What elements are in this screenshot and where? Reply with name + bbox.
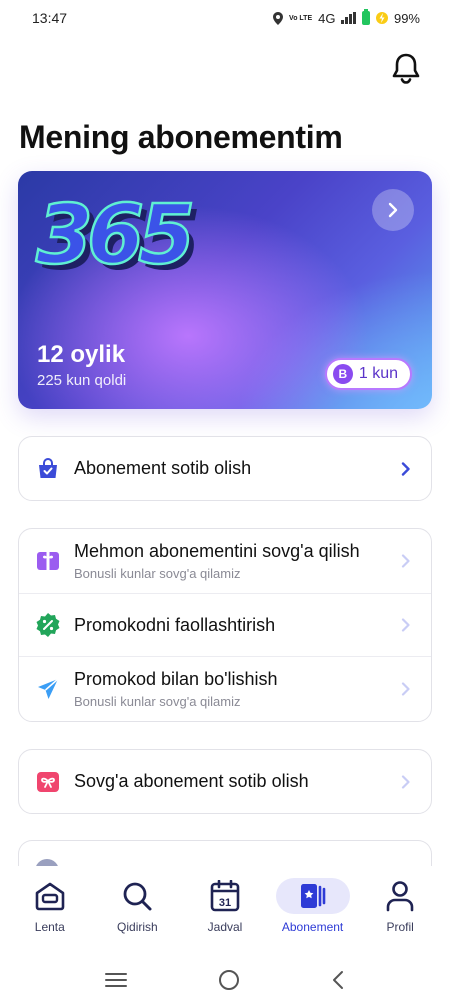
menu-group-purchase: Abonement sotib olish: [18, 436, 432, 501]
menu-item-buy-gift-subscription[interactable]: Sovg'a abonement sotib olish: [19, 750, 431, 813]
card-open-button[interactable]: [372, 189, 414, 231]
battery-icon: [361, 9, 370, 25]
gift-box-icon: [35, 769, 61, 795]
nav-label: Qidirish: [117, 920, 158, 934]
search-icon: [100, 878, 174, 914]
logo-365: 365 365: [35, 187, 203, 277]
menu-item-buy-subscription[interactable]: Abonement sotib olish: [19, 437, 431, 500]
nav-tab-profil[interactable]: Profil: [360, 878, 440, 946]
bonus-days-badge[interactable]: B 1 kun: [324, 358, 412, 390]
bottom-navigation: Lenta Qidirish 31 Jadval Abonement Profi…: [0, 866, 450, 946]
nav-label: Abonement: [281, 920, 344, 934]
bonus-days-label: 1 kun: [358, 365, 398, 382]
calendar-icon: 31: [188, 878, 262, 914]
signal-icon: [341, 12, 356, 24]
days-remaining: 225 kun qoldi: [37, 372, 127, 389]
paper-plane-icon: [35, 676, 61, 702]
shopping-bag-icon: [35, 456, 61, 482]
nav-label: Profil: [386, 920, 414, 934]
chevron-right-icon: [401, 554, 410, 568]
status-bar: 13:47 Vo LTE 4G 99%: [0, 0, 450, 36]
chevron-right-icon: [401, 682, 410, 696]
battery-percent: 99%: [393, 10, 420, 26]
menu-item-title: Promokodni faollashtirish: [74, 614, 276, 635]
menu-item-title: Promokod bilan bo'lishish: [74, 669, 278, 689]
nav-tab-jadval[interactable]: 31 Jadval: [185, 878, 265, 946]
home-icon: [13, 878, 87, 914]
nav-tab-lenta[interactable]: Lenta: [10, 878, 90, 946]
menu-item-share-promo[interactable]: Promokod bilan bo'lishish Bonusli kunlar…: [19, 657, 431, 721]
recents-menu-icon[interactable]: [105, 972, 128, 988]
charging-icon: [375, 12, 388, 24]
menu-item-activate-promo[interactable]: Promokodni faollashtirish: [19, 594, 431, 657]
nav-tab-abonement[interactable]: Abonement: [273, 878, 353, 946]
status-icons: Vo LTE 4G 99%: [273, 9, 420, 26]
bonus-icon: B: [332, 364, 353, 384]
menu-group-promo: Mehmon abonementini sovg'a qilish Bonusl…: [18, 528, 432, 722]
status-time: 13:47: [32, 10, 68, 26]
menu-group-gift: Sovg'a abonement sotib olish: [18, 749, 432, 814]
chevron-right-icon: [401, 618, 410, 632]
volte-indicator: Vo LTE: [289, 14, 313, 22]
subscription-card-icon: [275, 878, 350, 914]
menu-item-gift-guest-subscription[interactable]: Mehmon abonementini sovg'a qilish Bonusl…: [19, 529, 431, 594]
menu-item-title: Mehmon abonementini sovg'a qilish: [74, 541, 360, 561]
chevron-right-icon: [401, 461, 410, 476]
network-type: 4G: [318, 10, 336, 26]
svg-text:365: 365: [36, 188, 191, 277]
menu-item-title: Abonement sotib olish: [74, 458, 252, 478]
home-circle-icon[interactable]: [218, 969, 240, 991]
svg-text:31: 31: [219, 897, 231, 909]
back-arrow-icon[interactable]: [331, 970, 345, 990]
plan-duration: 12 oylik: [37, 341, 126, 368]
location-icon: [273, 11, 284, 25]
percent-badge-icon: [35, 612, 61, 638]
chevron-right-icon: [401, 774, 410, 789]
nav-tab-qidirish[interactable]: Qidirish: [97, 878, 177, 946]
gift-icon: [35, 548, 61, 574]
page-title: Mening abonementim: [19, 119, 343, 155]
menu-item-subtitle: Bonusli kunlar sovg'a qilamiz: [74, 694, 241, 709]
menu-item-title: Sovg'a abonement sotib olish: [74, 771, 309, 791]
nav-label: Lenta: [34, 920, 65, 934]
notification-bell-icon[interactable]: [390, 52, 422, 86]
profile-icon: [363, 878, 437, 914]
nav-label: Jadval: [207, 920, 243, 934]
subscription-card[interactable]: 365 365 12 oylik 225 kun qoldi B 1 kun: [18, 171, 432, 409]
menu-item-subtitle: Bonusli kunlar sovg'a qilamiz: [74, 566, 241, 581]
system-navigation: [0, 956, 450, 1003]
chevron-right-icon: [388, 202, 398, 218]
